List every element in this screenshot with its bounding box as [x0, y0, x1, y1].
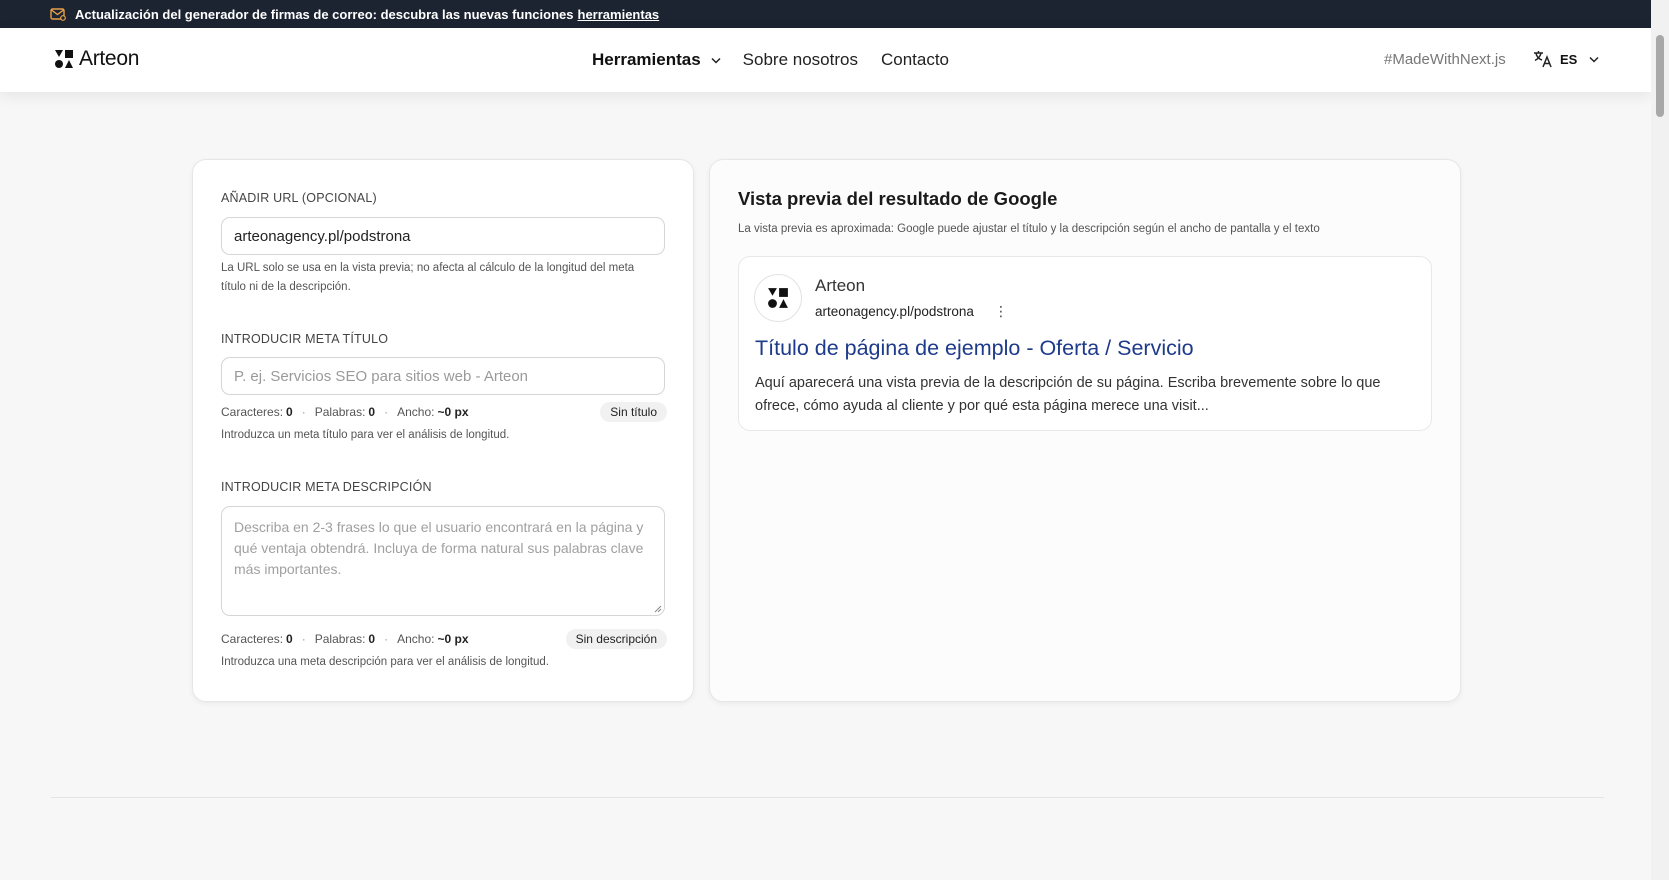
title-width-value: ~0 px [437, 405, 469, 419]
preview-title: Vista previa del resultado de Google [738, 188, 1058, 209]
preview-note: La vista previa es aproximada: Google pu… [738, 223, 1320, 235]
title-helper: Introduzca un meta título para ver el an… [221, 429, 510, 441]
nav-tools-label: Herramientas [592, 50, 701, 69]
url-input[interactable]: arteonagency.pl/podstrona [221, 217, 665, 255]
kebab-menu-icon[interactable]: ⋮ [994, 304, 1008, 318]
title-words-label: Palabras: [314, 405, 366, 419]
nav-contact[interactable]: Contacto [881, 50, 949, 70]
site-header: Arteon Herramientas Sobre nosotros Conta… [0, 28, 1651, 92]
language-switcher[interactable]: ES [1533, 50, 1599, 68]
meta-title-input[interactable]: P. ej. Servicios SEO para sitios web - A… [221, 357, 665, 395]
chevron-down-icon [711, 57, 721, 64]
main-nav: Herramientas Sobre nosotros Contacto [592, 50, 949, 70]
description-width-label: Ancho: [397, 632, 435, 646]
announcement-link[interactable]: herramientas [578, 7, 660, 22]
title-chars-label: Caracteres: [221, 405, 284, 419]
mail-icon [50, 8, 66, 21]
serp-description: Aquí aparecerá una vista previa de la de… [755, 375, 1381, 414]
google-preview-card: Vista previa del resultado de Google La … [709, 159, 1461, 702]
description-status-badge: Sin descripción [565, 629, 667, 649]
serp-url: arteonagency.pl/podstrona [815, 304, 974, 319]
description-words-label: Palabras: [314, 632, 366, 646]
made-with-link[interactable]: #MadeWithNext.js [1384, 51, 1506, 68]
description-chars-label: Caracteres: [221, 632, 284, 646]
language-code: ES [1560, 51, 1578, 67]
title-label: INTRODUCIR META TÍTULO [221, 332, 389, 346]
brand-name: Arteon [79, 47, 140, 70]
announcement-text: Actualización del generador de firmas de… [75, 6, 574, 22]
arteon-logo-icon [768, 288, 788, 308]
description-label: INTRODUCIR META DESCRIPCIÓN [221, 480, 432, 494]
scrollbar-thumb[interactable] [1656, 35, 1664, 117]
url-label: AÑADIR URL (OPCIONAL) [221, 191, 377, 205]
meta-form-card: AÑADIR URL (OPCIONAL) arteonagency.pl/po… [192, 159, 694, 702]
url-helper: La URL solo se usa en la vista previa; n… [221, 262, 635, 293]
description-helper: Introduzca una meta descripción para ver… [221, 656, 549, 668]
announcement-bar: Actualización del generador de firmas de… [0, 0, 1651, 28]
serp-site-name: Arteon [815, 276, 866, 295]
title-stats: Caracteres: 0 · Palabras: 0 · Ancho: ~0 … [221, 402, 667, 422]
footer-divider [51, 797, 1604, 798]
serp-title[interactable]: Título de página de ejemplo - Oferta / S… [755, 336, 1194, 361]
brand-logo[interactable]: Arteon [54, 47, 139, 71]
site-favicon [754, 274, 802, 322]
chevron-down-icon [1589, 56, 1599, 63]
title-chars-value: 0 [286, 405, 293, 419]
description-stats: Caracteres: 0 · Palabras: 0 · Ancho: ~0 … [221, 629, 667, 649]
arteon-logo-icon [55, 50, 73, 68]
nav-about[interactable]: Sobre nosotros [743, 50, 858, 70]
title-status-badge: Sin título [600, 402, 667, 422]
title-words-value: 0 [368, 405, 376, 419]
description-width-value: ~0 px [437, 632, 469, 646]
title-width-label: Ancho: [397, 405, 435, 419]
translate-icon [1534, 51, 1552, 68]
description-words-value: 0 [368, 632, 376, 646]
nav-tools[interactable]: Herramientas [592, 50, 721, 70]
description-placeholder: Describa en 2-3 frases lo que el usuario… [234, 519, 644, 577]
serp-result: Arteon arteonagency.pl/podstrona ⋮ Títul… [738, 256, 1432, 431]
resize-grip-icon[interactable] [653, 604, 662, 613]
meta-description-textarea[interactable]: Describa en 2-3 frases lo que el usuario… [221, 506, 665, 616]
page-scrollbar[interactable] [1651, 0, 1669, 880]
description-chars-value: 0 [286, 632, 293, 646]
